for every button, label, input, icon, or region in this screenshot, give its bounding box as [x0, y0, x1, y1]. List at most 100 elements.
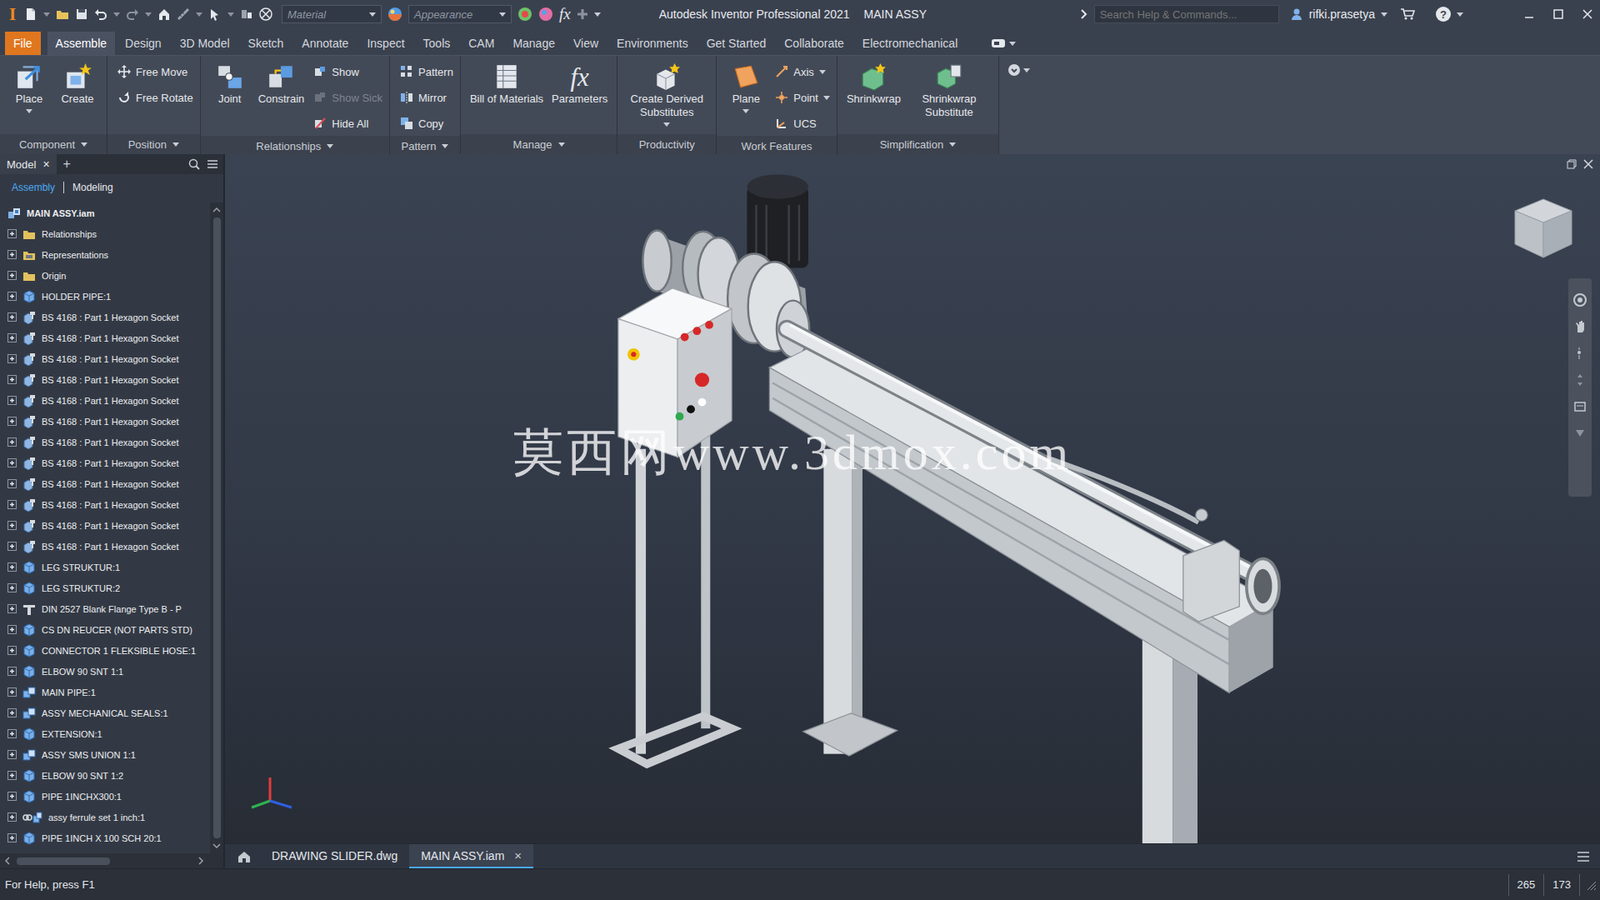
customize-ribbon-icon[interactable]	[1007, 63, 1021, 77]
search-input[interactable]	[1094, 5, 1280, 24]
measure-icon[interactable]	[176, 7, 190, 21]
dropdown-arrow-icon[interactable]	[1380, 12, 1388, 17]
ribbon-tool-label[interactable]: Pattern	[418, 65, 454, 79]
browser-menu-icon[interactable]	[206, 158, 219, 170]
ribbon-tool[interactable]: fxParameters	[549, 59, 610, 108]
resize-grip-icon[interactable]	[1585, 879, 1597, 891]
expand-toggle-icon[interactable]	[7, 270, 17, 280]
document-tabs-menu-icon[interactable]	[1576, 850, 1590, 863]
scroll-up-icon[interactable]	[212, 205, 221, 215]
ribbon-tool-label[interactable]: Place	[15, 92, 44, 106]
dropdown-arrow-icon[interactable]	[819, 70, 826, 75]
point-icon[interactable]	[775, 90, 789, 105]
expand-toggle-icon[interactable]	[7, 729, 17, 739]
dropdown-arrow-icon[interactable]	[1456, 12, 1464, 17]
ribbon-tool[interactable]: Free Move	[117, 59, 194, 85]
assembly-model-drawing[interactable]	[225, 154, 1600, 844]
dropdown-arrow-icon[interactable]	[949, 142, 956, 147]
tree-item[interactable]: BS 4168 : Part 1 Hexagon Socket	[0, 473, 210, 495]
ribbon-tool-label[interactable]: Shrinkwrap Substitute	[909, 92, 990, 120]
ribbon-tool[interactable]: Joint	[207, 59, 253, 108]
tree-item[interactable]: PIPE 1INCH X 100 SCH 20:1	[0, 827, 210, 849]
dropdown-arrow-icon[interactable]	[663, 122, 670, 127]
ribbon-panel-title[interactable]: Manage	[460, 134, 617, 155]
scroll-left-icon[interactable]	[3, 856, 12, 865]
expand-toggle-icon[interactable]	[7, 666, 17, 676]
expand-toggle-icon[interactable]	[7, 562, 17, 572]
pan-icon[interactable]	[1573, 320, 1587, 334]
expand-toggle-icon[interactable]	[7, 500, 17, 510]
expand-toggle-icon[interactable]	[7, 333, 17, 343]
parameters-quick-icon[interactable]: fx	[559, 5, 571, 24]
expand-toggle-icon[interactable]	[7, 291, 17, 301]
expand-toggle-icon[interactable]	[7, 750, 17, 760]
scroll-thumb[interactable]	[213, 217, 221, 839]
tree-item[interactable]: BS 4168 : Part 1 Hexagon Socket	[0, 369, 210, 390]
shrinkwrap-substitute-icon[interactable]	[935, 62, 964, 91]
undo-icon[interactable]	[94, 7, 108, 21]
home-tab-icon[interactable]	[236, 850, 252, 864]
dropdown-arrow-icon[interactable]	[742, 109, 750, 114]
ribbon-tab[interactable]: Collaborate	[775, 31, 853, 55]
horizontal-scrollbar[interactable]	[0, 853, 224, 869]
dropdown-arrow-icon[interactable]	[823, 95, 830, 100]
tree-item[interactable]: ELBOW 90 SNT 1:2	[0, 765, 210, 786]
tree-item[interactable]: LEG STRUKTUR:2	[0, 577, 210, 599]
cart-icon[interactable]	[1400, 7, 1415, 21]
ribbon-tool-label[interactable]: Hide All	[331, 117, 369, 130]
expand-toggle-icon[interactable]	[7, 583, 17, 593]
ribbon-tab[interactable]: Inspect	[358, 31, 413, 55]
ribbon-tab[interactable]: File	[5, 31, 41, 55]
tree-item[interactable]: EXTENSION:1	[0, 723, 210, 745]
scroll-down-icon[interactable]	[212, 841, 221, 850]
joint-icon[interactable]	[215, 62, 245, 91]
add-browser-tab[interactable]: +	[63, 156, 71, 172]
help-button[interactable]: ?	[1435, 6, 1451, 22]
expand-search-icon[interactable]	[1080, 9, 1089, 20]
color-override-icon[interactable]	[259, 7, 273, 21]
expand-toggle-icon[interactable]	[7, 604, 17, 614]
ribbon-display-icon[interactable]	[990, 38, 1006, 49]
tree-item[interactable]: CONNECTOR 1 FLEKSIBLE HOSE:1	[0, 640, 210, 661]
document-tab[interactable]: MAIN ASSY.iam×	[409, 844, 534, 869]
place-icon[interactable]	[15, 62, 44, 91]
dropdown-arrow-icon[interactable]	[1023, 68, 1030, 73]
minimize-icon[interactable]	[1523, 8, 1535, 20]
scroll-right-icon[interactable]	[196, 856, 205, 865]
ribbon-tab[interactable]: Tools	[415, 31, 460, 55]
close-viewport-icon[interactable]	[1583, 159, 1594, 170]
add-icon[interactable]	[576, 8, 589, 20]
browser-view-tab[interactable]: Modeling	[72, 181, 114, 194]
tree-item[interactable]: Origin	[0, 265, 210, 286]
clear-appearance-icon[interactable]	[538, 6, 554, 22]
expand-toggle-icon[interactable]	[7, 687, 17, 697]
dropdown-arrow-icon[interactable]	[369, 12, 376, 17]
look-at-icon[interactable]	[1573, 400, 1587, 414]
ribbon-panel-title[interactable]: Component	[0, 134, 107, 155]
expand-toggle-icon[interactable]	[7, 479, 17, 489]
tree-item[interactable]: BS 4168 : Part 1 Hexagon Socket	[0, 390, 210, 411]
full-navigation-wheel-icon[interactable]	[1573, 293, 1587, 307]
tree-item[interactable]: ELBOW 90 SNT 1:1	[0, 660, 210, 682]
app-logo[interactable]: I	[6, 4, 19, 25]
document-tab[interactable]: DRAWING SLIDER.dwg	[260, 844, 410, 869]
ribbon-tool[interactable]: Copy	[400, 110, 454, 136]
tree-item[interactable]: Representations	[0, 244, 210, 265]
adjust-appearance-icon[interactable]	[517, 6, 533, 22]
ribbon-tool[interactable]: Plane	[723, 59, 769, 115]
hide-all-icon[interactable]	[313, 116, 327, 130]
tree-item[interactable]: BS 4168 : Part 1 Hexagon Socket	[0, 452, 210, 474]
ribbon-tab[interactable]: Get Started	[698, 31, 775, 55]
assembly-model[interactable]	[225, 154, 1600, 844]
dropdown-arrow-icon[interactable]	[1009, 41, 1016, 46]
pattern-icon[interactable]	[400, 65, 414, 79]
dropdown-arrow-icon[interactable]	[195, 12, 203, 17]
select-icon[interactable]	[208, 7, 222, 21]
ribbon-tab[interactable]: Sketch	[240, 31, 293, 55]
free-move-icon[interactable]	[117, 65, 131, 79]
scroll-thumb[interactable]	[16, 857, 110, 865]
tree-item[interactable]: BS 4168 : Part 1 Hexagon Socket	[0, 431, 210, 453]
create-icon[interactable]	[63, 62, 92, 91]
update-icon[interactable]	[240, 7, 254, 21]
expand-toggle-icon[interactable]	[7, 833, 17, 843]
